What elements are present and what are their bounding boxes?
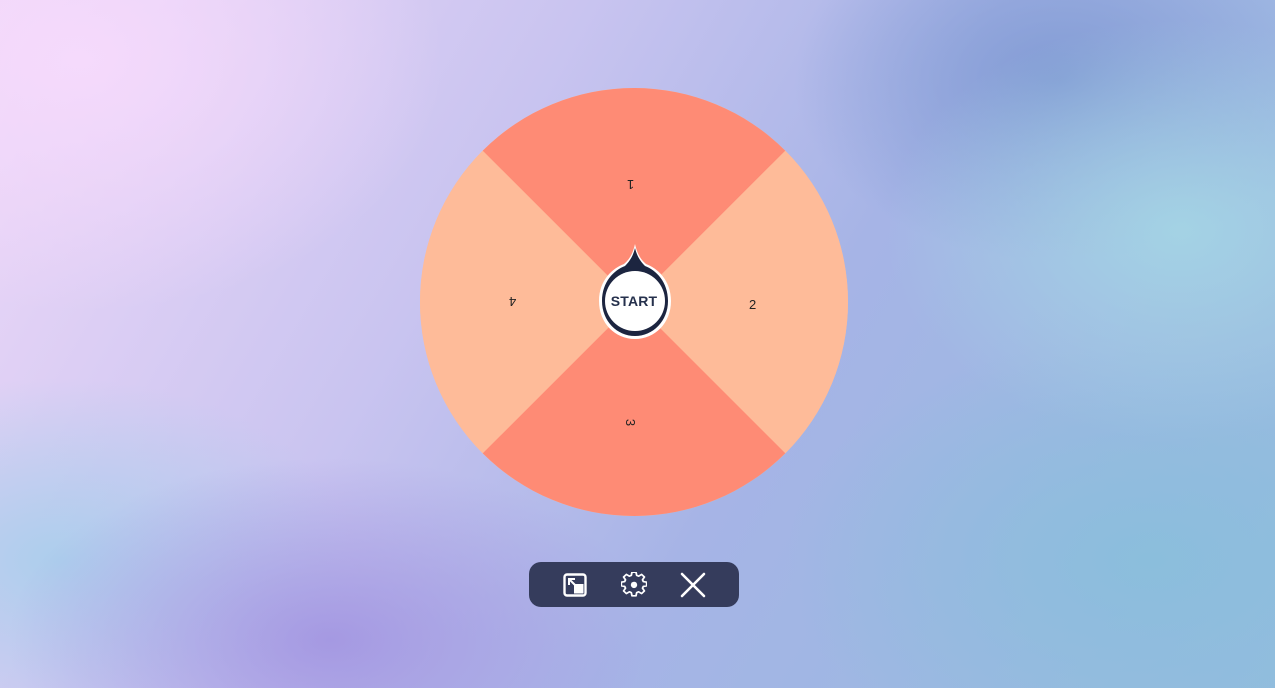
picture-in-picture-icon bbox=[563, 573, 587, 597]
close-button[interactable] bbox=[678, 570, 708, 600]
segment-label-4: 4 bbox=[509, 294, 517, 309]
segment-label-1: 1 bbox=[627, 177, 635, 192]
start-button[interactable]: START bbox=[607, 276, 661, 326]
segment-label-3: 3 bbox=[623, 418, 639, 427]
close-icon bbox=[680, 572, 706, 598]
gear-icon bbox=[621, 572, 647, 597]
segment-label-2: 2 bbox=[749, 297, 757, 312]
settings-button[interactable] bbox=[619, 570, 649, 600]
picture-in-picture-button[interactable] bbox=[560, 570, 590, 600]
bottom-toolbar bbox=[529, 562, 739, 607]
